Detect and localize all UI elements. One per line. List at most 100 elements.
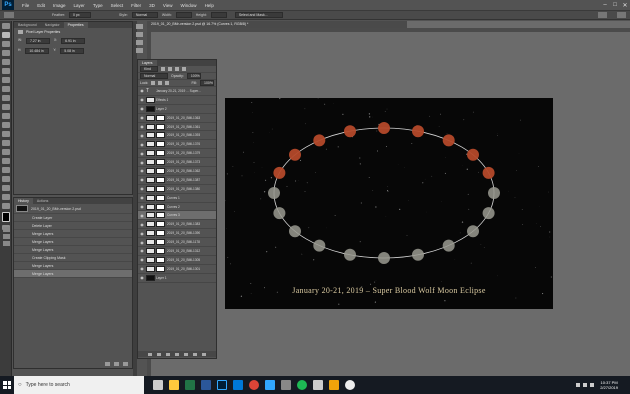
network-icon[interactable]	[583, 383, 588, 387]
layer-row[interactable]: ◉ 2019_01_20_BML1361	[138, 123, 216, 132]
tab-navigator[interactable]: Navigator	[41, 22, 64, 28]
visibility-eye-icon[interactable]: ◉	[138, 151, 146, 156]
tab-history[interactable]: History	[14, 198, 33, 204]
visibility-eye-icon[interactable]: ◉	[138, 160, 146, 165]
adjustment-layer-icon[interactable]	[175, 352, 179, 356]
new-document-icon[interactable]	[105, 362, 110, 366]
adjustments-panel-icon[interactable]	[136, 40, 143, 45]
lock-all-icon[interactable]	[165, 81, 170, 85]
lock-pixels-icon[interactable]	[151, 81, 156, 85]
healing-brush-icon[interactable]	[2, 86, 10, 92]
history-snapshot[interactable]: 2019_01_20_BMr-version 2.psd	[14, 204, 132, 214]
history-item[interactable]: Merge Layers	[14, 262, 132, 270]
tab-actions[interactable]: Actions	[33, 198, 52, 204]
link-icon[interactable]	[148, 352, 152, 356]
lightroom-icon[interactable]	[265, 380, 275, 390]
layer-row[interactable]: ◉ Layer 2	[138, 105, 216, 114]
layer-row[interactable]: ◉ Curves 2	[138, 203, 216, 212]
layer-mask-thumbnail[interactable]	[156, 212, 165, 219]
fx-icon[interactable]	[157, 352, 161, 356]
layer-row[interactable]: ◉ 2019_01_20_BML1312	[138, 247, 216, 256]
styles-panel-icon[interactable]	[136, 48, 143, 53]
layer-row[interactable]: ◉ 2019_01_20_BML1393	[138, 131, 216, 141]
layer-mask-thumbnail[interactable]	[156, 230, 165, 237]
channels-panel-icon[interactable]	[3, 241, 10, 246]
type-tool-icon[interactable]	[2, 167, 10, 173]
pen-tool-icon[interactable]	[2, 158, 10, 164]
hand-tool-icon[interactable]	[2, 194, 10, 200]
layer-mask-thumbnail[interactable]	[156, 159, 165, 166]
close-button[interactable]: ✕	[620, 2, 630, 9]
search-icon[interactable]	[598, 12, 607, 18]
visibility-eye-icon[interactable]: ◉	[138, 106, 146, 111]
menu-window[interactable]: Window	[177, 3, 201, 8]
menu-help[interactable]: Help	[201, 3, 218, 8]
visibility-eye-icon[interactable]: ◉	[138, 115, 146, 120]
quick-select-tool-icon[interactable]	[2, 50, 10, 56]
menu-file[interactable]: File	[18, 3, 33, 8]
layer-mask-thumbnail[interactable]	[156, 141, 165, 148]
volume-icon[interactable]	[590, 383, 595, 387]
menu-layer[interactable]: Layer	[70, 3, 89, 8]
move-tool-icon[interactable]	[2, 23, 10, 29]
clone-stamp-icon[interactable]	[2, 104, 10, 110]
trash-icon[interactable]	[123, 362, 128, 366]
visibility-eye-icon[interactable]: ◉	[138, 266, 146, 271]
layer-row[interactable]: ◉ 2019_01_20_BML1376	[138, 140, 216, 150]
lock-position-icon[interactable]	[158, 81, 163, 85]
history-item[interactable]: Merge Layers	[14, 238, 132, 246]
visibility-eye-icon[interactable]: ◉	[138, 133, 146, 138]
visibility-eye-icon[interactable]: ◉	[138, 257, 146, 262]
path-select-icon[interactable]	[2, 176, 10, 182]
layer-mask-thumbnail[interactable]	[156, 239, 165, 246]
chrome-icon[interactable]	[249, 380, 259, 390]
history-brush-icon[interactable]	[2, 113, 10, 119]
layer-row[interactable]: ◉ 2019_01_20_BML1379	[138, 149, 216, 159]
layer-row[interactable]: ◉ 2019_01_20_BML1383	[138, 220, 216, 230]
shape-filter-icon[interactable]	[182, 67, 186, 71]
history-item[interactable]: Delete Layer	[14, 222, 132, 230]
opacity-input[interactable]: 100%	[186, 73, 201, 79]
eraser-tool-icon[interactable]	[2, 122, 10, 128]
layer-mask-thumbnail[interactable]	[156, 203, 165, 210]
layer-row[interactable]: ◉ 2019_01_20_BML1362	[138, 167, 216, 176]
task-view-icon[interactable]	[153, 380, 163, 390]
style-select[interactable]: Normal	[131, 12, 158, 18]
outlook-icon[interactable]	[233, 380, 243, 390]
visibility-eye-icon[interactable]: ◉	[138, 240, 146, 245]
history-item[interactable]: Create Clipping Mask	[14, 254, 132, 262]
brush-panel-icon[interactable]	[3, 234, 10, 239]
visibility-eye-icon[interactable]: ◉	[138, 168, 146, 173]
layer-row[interactable]: ◉ 2019_01_20_BML1380	[138, 185, 216, 194]
layer-row[interactable]: ◉ 2019_01_20_BML1301	[138, 265, 216, 274]
w-input[interactable]: 7.27 in	[25, 38, 50, 44]
h-input[interactable]: 10.484 in	[25, 48, 50, 54]
layer-row[interactable]: ◉ 2019_01_20_BML1373	[138, 158, 216, 168]
type-filter-icon[interactable]	[175, 67, 179, 71]
history-panel-icon[interactable]	[3, 227, 10, 232]
layer-mask-thumbnail[interactable]	[156, 185, 165, 192]
menu-3d[interactable]: 3D	[145, 3, 159, 8]
marquee-tool-icon[interactable]	[2, 32, 10, 38]
layer-mask-thumbnail[interactable]	[156, 247, 165, 254]
rectangle-tool-icon[interactable]	[2, 185, 10, 191]
menu-edit[interactable]: Edit	[33, 3, 49, 8]
visibility-eye-icon[interactable]: ◉	[138, 195, 146, 200]
bridge-icon[interactable]	[329, 380, 339, 390]
camera-icon[interactable]	[114, 362, 119, 366]
file-explorer-icon[interactable]	[169, 380, 179, 390]
taskbar-search-box[interactable]: ○ Type here to search	[14, 376, 144, 394]
layer-mask-thumbnail[interactable]	[156, 123, 165, 130]
layer-row[interactable]: ◉ 2019_01_20_BML1305	[138, 256, 216, 265]
visibility-eye-icon[interactable]: ◉	[138, 88, 146, 93]
visibility-eye-icon[interactable]: ◉	[138, 222, 146, 227]
tab-properties[interactable]: Properties	[63, 22, 88, 28]
visibility-eye-icon[interactable]: ◉	[138, 177, 146, 182]
lasso-tool-icon[interactable]	[2, 41, 10, 47]
document-tab[interactable]: 2019_01_20_BMr-version 2.psd @ 16.7% (Cu…	[147, 21, 407, 28]
swatches-panel-icon[interactable]	[136, 32, 143, 37]
eyedropper-tool-icon[interactable]	[2, 77, 10, 83]
menu-select[interactable]: Select	[107, 3, 128, 8]
layer-mask-thumbnail[interactable]	[156, 132, 165, 139]
word-icon[interactable]	[201, 380, 211, 390]
